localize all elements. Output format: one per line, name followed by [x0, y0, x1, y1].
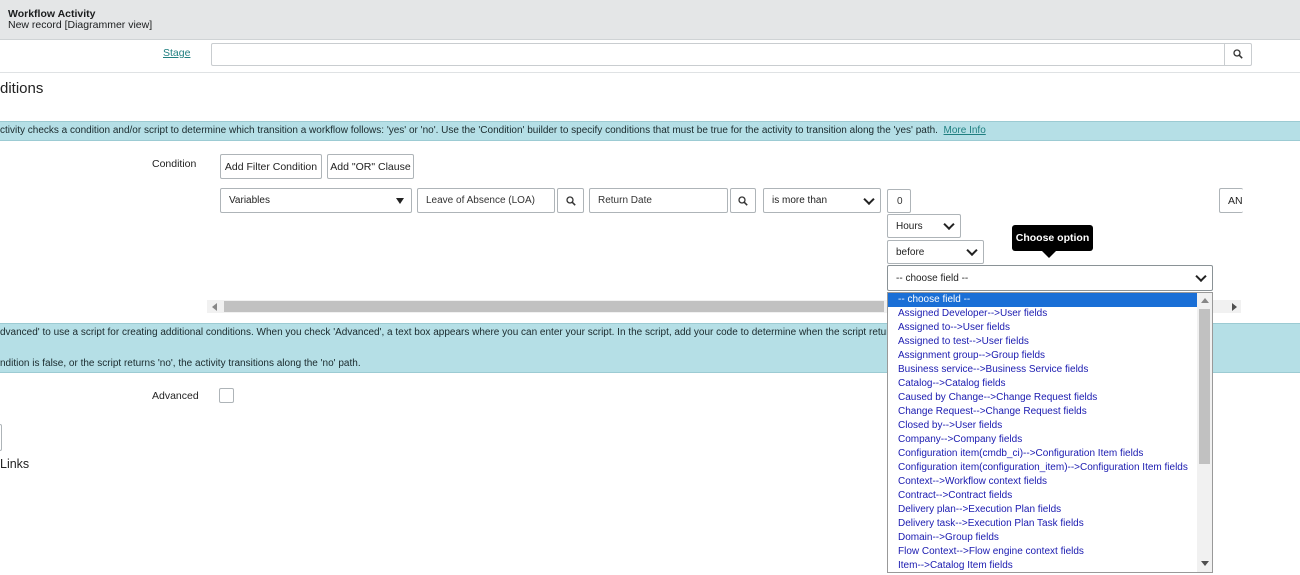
dropdown-option[interactable]: Assigned to-->User fields: [888, 321, 1197, 335]
dropdown-option[interactable]: Configuration item(cmdb_ci)-->Configurat…: [888, 447, 1197, 461]
stage-label[interactable]: Stage: [163, 47, 190, 59]
dropdown-option[interactable]: Delivery task-->Execution Plan Task fiel…: [888, 517, 1197, 531]
operator-select[interactable]: is more than: [763, 188, 881, 213]
field-select[interactable]: Variables: [220, 188, 412, 213]
dropdown-options: -- choose field -- Assigned Developer-->U…: [888, 293, 1197, 572]
links-section-title: Links: [0, 457, 30, 471]
operator-value: is more than: [772, 195, 828, 206]
form-header: Workflow Activity New record [Diagrammer…: [0, 0, 1300, 40]
choose-field-value: -- choose field --: [896, 272, 969, 284]
search-icon: [738, 195, 748, 206]
dropdown-option[interactable]: Business service-->Business Service fiel…: [888, 363, 1197, 377]
advanced-checkbox[interactable]: [219, 388, 234, 403]
vertical-scrollbar[interactable]: [1197, 293, 1212, 572]
chevron-down-icon: [943, 218, 955, 231]
section-title: ditions: [0, 80, 44, 97]
dropdown-option[interactable]: Closed by-->User fields: [888, 419, 1197, 433]
reference-2-lookup-button[interactable]: [730, 188, 756, 213]
scroll-down-arrow-icon[interactable]: [1201, 561, 1209, 566]
caret-down-icon: [396, 197, 404, 204]
unit-select[interactable]: Hours: [887, 214, 961, 238]
scroll-left-arrow-icon[interactable]: [212, 303, 217, 311]
dropdown-option[interactable]: Change Request-->Change Request fields: [888, 405, 1197, 419]
dropdown-option[interactable]: Caused by Change-->Change Request fields: [888, 391, 1197, 405]
dropdown-option[interactable]: Delivery plan-->Execution Plan fields: [888, 503, 1197, 517]
dropdown-option[interactable]: Assigned Developer-->User fields: [888, 307, 1197, 321]
horizontal-scrollbar-thumb[interactable]: [224, 301, 884, 312]
stage-lookup-button[interactable]: [1224, 43, 1252, 66]
dropdown-option[interactable]: Item-->Catalog Item fields: [888, 559, 1197, 572]
dropdown-option[interactable]: Catalog-->Catalog fields: [888, 377, 1197, 391]
search-icon: [565, 195, 576, 206]
dropdown-option[interactable]: Context-->Workflow context fields: [888, 475, 1197, 489]
info-advanced-line-2: ndition is false, or the script returns …: [0, 358, 361, 369]
stage-input[interactable]: [211, 43, 1225, 66]
dropdown-option[interactable]: Flow Context-->Flow engine context field…: [888, 545, 1197, 559]
choose-field-select[interactable]: -- choose field --: [887, 265, 1213, 291]
tooltip-arrow: [1042, 251, 1056, 258]
search-icon: [1233, 49, 1243, 59]
info-advanced-line-1: dvanced' to use a script for creating ad…: [0, 327, 916, 338]
dropdown-option[interactable]: Configuration item(configuration_item)--…: [888, 461, 1197, 475]
reference-1-lookup-button[interactable]: [557, 188, 584, 213]
dropdown-option[interactable]: Assignment group-->Group fields: [888, 349, 1197, 363]
scroll-right-arrow-icon[interactable]: [1232, 303, 1237, 311]
advanced-label: Advanced: [152, 390, 199, 402]
add-filter-condition-button[interactable]: Add Filter Condition: [220, 154, 322, 179]
collapsed-control[interactable]: [0, 424, 2, 451]
amount-input[interactable]: 0: [887, 189, 911, 213]
field-select-value: Variables: [229, 195, 270, 206]
and-button[interactable]: AN: [1219, 188, 1243, 213]
section-divider: [0, 72, 1300, 73]
dropdown-option[interactable]: Assigned to test-->User fields: [888, 335, 1197, 349]
dropdown-option[interactable]: Contract-->Contract fields: [888, 489, 1197, 503]
dropdown-option[interactable]: Company-->Company fields: [888, 433, 1197, 447]
relation-value: before: [896, 246, 925, 258]
add-or-clause-button[interactable]: Add "OR" Clause: [327, 154, 414, 179]
reference-field-1[interactable]: Leave of Absence (LOA): [417, 188, 555, 213]
info-text: ctivity checks a condition and/or script…: [0, 125, 938, 136]
scroll-up-arrow-icon[interactable]: [1201, 298, 1209, 303]
vertical-scrollbar-thumb[interactable]: [1199, 309, 1210, 464]
choose-field-dropdown[interactable]: -- choose field -- Assigned Developer-->U…: [887, 292, 1213, 573]
choose-option-tooltip: Choose option: [1012, 225, 1093, 251]
unit-value: Hours: [896, 220, 923, 232]
reference-field-2[interactable]: Return Date: [589, 188, 728, 213]
dropdown-option[interactable]: Domain-->Group fields: [888, 531, 1197, 545]
form-subtitle: New record [Diagrammer view]: [8, 19, 153, 31]
condition-label: Condition: [152, 158, 197, 170]
dropdown-option[interactable]: -- choose field --: [888, 293, 1197, 307]
more-info-link[interactable]: More Info: [944, 125, 986, 136]
chevron-down-icon: [1195, 270, 1207, 283]
chevron-down-icon: [966, 244, 978, 257]
relation-select[interactable]: before: [887, 240, 984, 264]
chevron-down-icon: [863, 193, 875, 205]
info-message-top: ctivity checks a condition and/or script…: [0, 121, 1300, 141]
